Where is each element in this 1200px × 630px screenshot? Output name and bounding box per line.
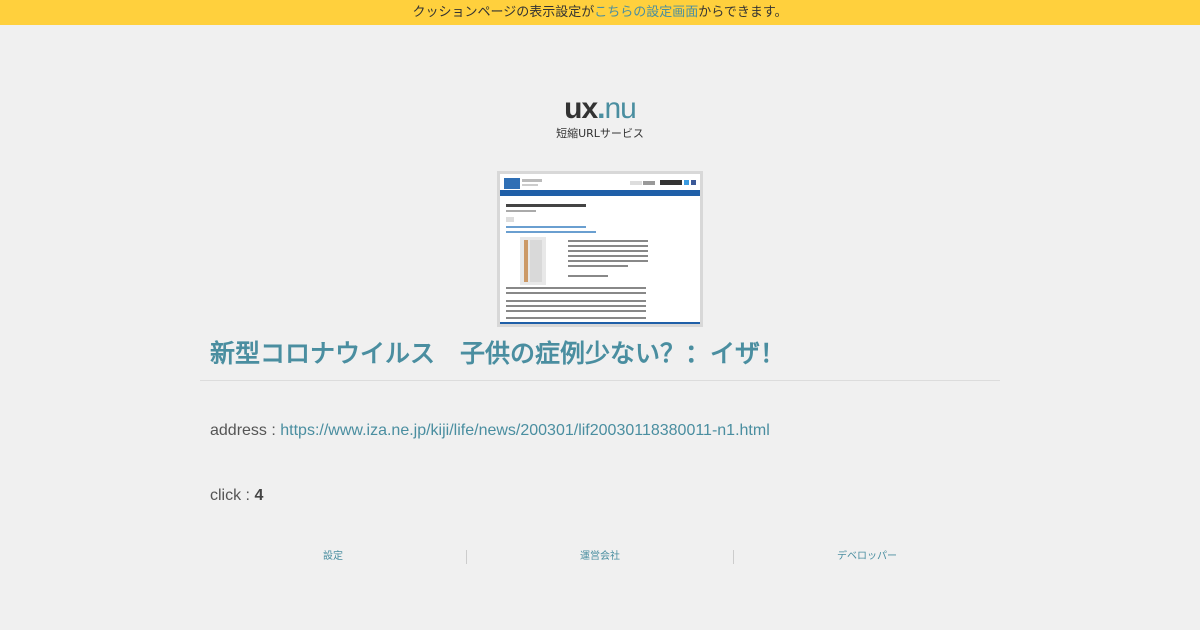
settings-link[interactable]: こちらの設定画面 xyxy=(594,5,698,20)
logo-subtitle: 短縮URLサービス xyxy=(556,127,644,140)
click-count-row: click : 4 xyxy=(210,486,263,506)
address-row: address : https://www.iza.ne.jp/kiji/lif… xyxy=(210,421,770,441)
click-count: 4 xyxy=(254,487,264,504)
footer-nav: 設定 運営会社 デベロッパー xyxy=(200,549,1000,565)
page-title: 新型コロナウイルス 子供の症例少ない？：イザ！ xyxy=(210,339,786,368)
site-logo[interactable]: ux.nu 短縮URLサービス xyxy=(0,90,1200,140)
address-link[interactable]: https://www.iza.ne.jp/kiji/life/news/200… xyxy=(280,422,769,439)
notice-prefix: クッションページの表示設定が xyxy=(412,5,595,20)
page-screenshot-thumbnail[interactable] xyxy=(497,171,703,327)
divider xyxy=(200,380,1000,381)
logo-ux: ux xyxy=(564,92,598,125)
click-label: click : xyxy=(210,487,255,504)
footer-link-developer[interactable]: デベロッパー xyxy=(734,549,1000,565)
settings-notice-bar: クッションページの表示設定がこちらの設定画面からできます。 xyxy=(0,0,1200,25)
notice-suffix: からできます。 xyxy=(698,5,788,20)
footer-link-company[interactable]: 運営会社 xyxy=(467,549,733,565)
footer-link-settings[interactable]: 設定 xyxy=(200,549,466,565)
thumbnail-image xyxy=(500,174,700,324)
logo-nu: nu xyxy=(604,92,636,125)
address-label: address : xyxy=(210,422,281,439)
